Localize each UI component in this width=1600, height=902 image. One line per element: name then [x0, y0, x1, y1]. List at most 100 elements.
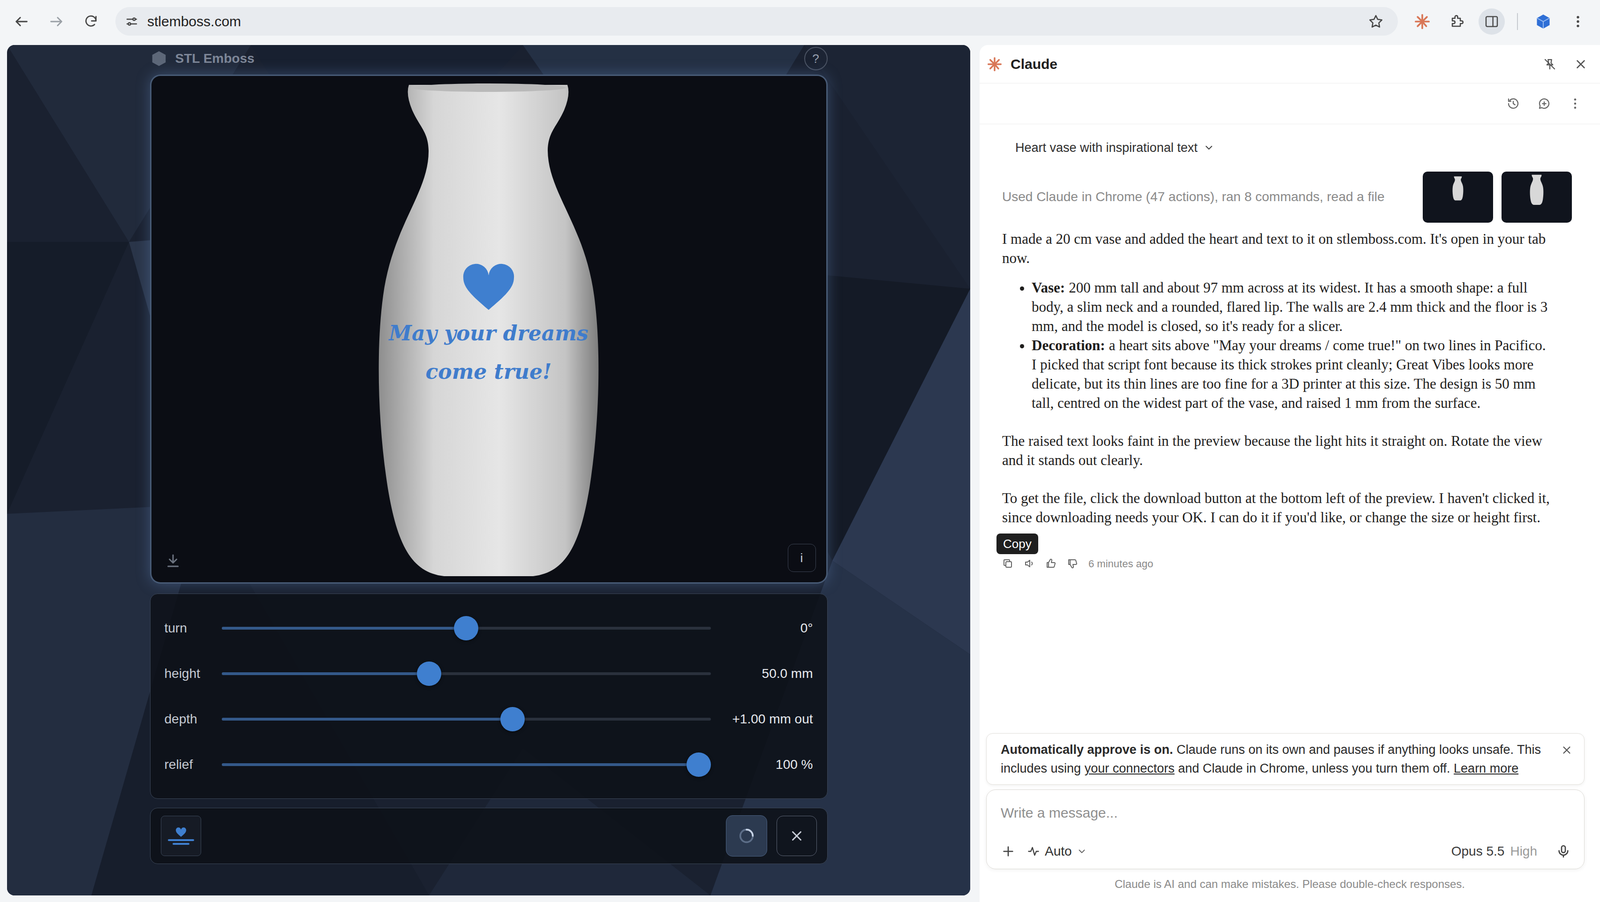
- screenshot-thumbnail[interactable]: [1422, 171, 1494, 223]
- remove-design-button[interactable]: [776, 815, 817, 857]
- copy-tooltip: Copy: [996, 533, 1039, 555]
- speaker-icon[interactable]: [1023, 558, 1035, 570]
- auto-approve-notice: Automatically approve is on. Claude runs…: [986, 733, 1585, 785]
- composer: Auto Opus 5.5 High: [986, 789, 1585, 870]
- claude-logo-icon: [1414, 13, 1431, 30]
- slider-fill: [221, 626, 467, 630]
- heart-icon: [460, 261, 517, 313]
- spinner-icon: [737, 826, 756, 846]
- slider[interactable]: [221, 616, 711, 641]
- decoration-text: May your dreams: [388, 314, 589, 353]
- app-header: STL Emboss ?: [150, 45, 828, 73]
- forward-button[interactable]: [43, 8, 70, 35]
- heart-icon: [175, 827, 187, 838]
- claude-logo-icon: [987, 56, 1003, 72]
- bullet-label: Decoration:: [1031, 337, 1106, 354]
- vase-icon: [1452, 176, 1464, 201]
- reload-icon: [83, 14, 99, 30]
- activity-summary[interactable]: Used Claude in Chrome (47 actions), ran …: [1002, 187, 1385, 207]
- app-title: STL Emboss: [175, 48, 255, 69]
- side-panel-button[interactable]: [1478, 8, 1505, 35]
- slider-row: relief100 %: [164, 741, 814, 788]
- conversation-title[interactable]: Heart vase with inspirational text: [1002, 124, 1572, 158]
- slider-track[interactable]: [221, 717, 711, 721]
- slider[interactable]: [221, 661, 711, 687]
- microphone-icon[interactable]: [1555, 844, 1571, 860]
- slider-row: height 50.0 mm: [164, 650, 814, 697]
- slider[interactable]: [221, 707, 711, 732]
- slider-row: turn0°: [164, 605, 814, 651]
- side-panel-icon: [1484, 14, 1500, 30]
- slider-thumb[interactable]: [686, 752, 711, 778]
- info-button[interactable]: i: [787, 543, 816, 573]
- slider-thumb[interactable]: [416, 661, 442, 687]
- slider-fill: [221, 672, 430, 676]
- download-button[interactable]: [164, 552, 182, 570]
- model-viewer[interactable]: May your dreamscome true! i: [150, 74, 828, 584]
- address-bar[interactable]: stlemboss.com: [115, 7, 1398, 36]
- model-selector[interactable]: Opus 5.5 High: [1451, 841, 1538, 862]
- processing-button[interactable]: [725, 815, 768, 857]
- vertical-dots-icon: [1570, 14, 1586, 30]
- url-text[interactable]: stlemboss.com: [147, 10, 242, 32]
- chevron-down-icon: [1076, 846, 1087, 857]
- slider-thumb[interactable]: [453, 616, 479, 641]
- slider-track[interactable]: [221, 763, 711, 767]
- app-logo-icon: [150, 49, 168, 68]
- screenshot-thumbnail[interactable]: [1501, 171, 1572, 223]
- slider-label: depth: [164, 709, 222, 730]
- copy-button[interactable]: Copy: [1002, 558, 1014, 570]
- help-button[interactable]: ?: [804, 46, 828, 71]
- slider-track[interactable]: [221, 626, 711, 630]
- design-thumbnail[interactable]: [160, 815, 202, 857]
- thumbs-up-icon[interactable]: [1045, 558, 1057, 570]
- claude-extension-button[interactable]: [1409, 8, 1436, 35]
- download-icon: [164, 552, 182, 570]
- slider-track[interactable]: [221, 672, 711, 676]
- conversation: Heart vase with inspirational text Used …: [979, 124, 1600, 734]
- more-options-icon[interactable]: [1568, 96, 1583, 111]
- thumbs-down-icon[interactable]: [1066, 558, 1079, 570]
- mode-dropdown[interactable]: Auto: [1026, 841, 1087, 862]
- slider-label: height: [164, 664, 222, 684]
- slider-fill: [221, 717, 514, 721]
- controls-card: turn0° height 50.0 mm depth +1.00 mm out reli…: [150, 593, 828, 800]
- bullet-text: 200 mm tall and about 97 mm across at it…: [1031, 279, 1548, 335]
- history-icon[interactable]: [1506, 96, 1521, 111]
- site-info-icon[interactable]: [124, 14, 139, 29]
- back-button[interactable]: [8, 8, 35, 35]
- dismiss-icon[interactable]: [1560, 744, 1573, 757]
- disclaimer: Claude is AI and can make mistakes. Plea…: [979, 869, 1600, 902]
- decoration-text: come true!: [425, 352, 552, 392]
- unpin-icon[interactable]: [1542, 57, 1557, 72]
- connectors-link[interactable]: your connectors: [1084, 761, 1175, 776]
- slider[interactable]: [221, 752, 711, 778]
- panel-actions: [979, 83, 1600, 125]
- slider-value: 100 %: [710, 754, 814, 775]
- new-chat-icon[interactable]: [1537, 96, 1552, 111]
- vase-model[interactable]: May your dreamscome true!: [373, 82, 604, 580]
- cube-extension-button[interactable]: [1530, 8, 1557, 35]
- plus-icon[interactable]: [1000, 844, 1016, 860]
- message-actions: Copy 6 minutes ago: [1002, 556, 1572, 572]
- message-input[interactable]: [1000, 802, 1571, 824]
- extensions-button[interactable]: [1443, 8, 1471, 35]
- slider-fill: [221, 763, 699, 767]
- bullet-text: a heart sits above "May your dreams / co…: [1031, 337, 1546, 412]
- close-panel-icon[interactable]: [1573, 57, 1588, 72]
- slider-row: depth +1.00 mm out: [164, 696, 814, 742]
- chevron-down-icon: [1203, 142, 1215, 154]
- learn-more-link[interactable]: Learn more: [1453, 761, 1519, 776]
- reload-button[interactable]: [77, 8, 105, 35]
- bullet-label: Vase:: [1031, 279, 1065, 296]
- message-list-item: Decoration:a heart sits above "May your …: [1031, 335, 1552, 413]
- message-time: 6 minutes ago: [1088, 556, 1154, 572]
- browser-menu-button[interactable]: [1564, 8, 1592, 35]
- bookmark-star-icon[interactable]: [1367, 13, 1384, 30]
- auto-mode-icon: [1026, 845, 1041, 859]
- activity-row[interactable]: Used Claude in Chrome (47 actions), ran …: [1002, 171, 1572, 223]
- slider-thumb[interactable]: [500, 707, 525, 732]
- slider-value: +1.00 mm out: [710, 709, 814, 730]
- slider-value: 50.0 mm: [710, 664, 814, 684]
- claude-side-panel: Claude Heart vase with inspirational tex…: [979, 45, 1600, 902]
